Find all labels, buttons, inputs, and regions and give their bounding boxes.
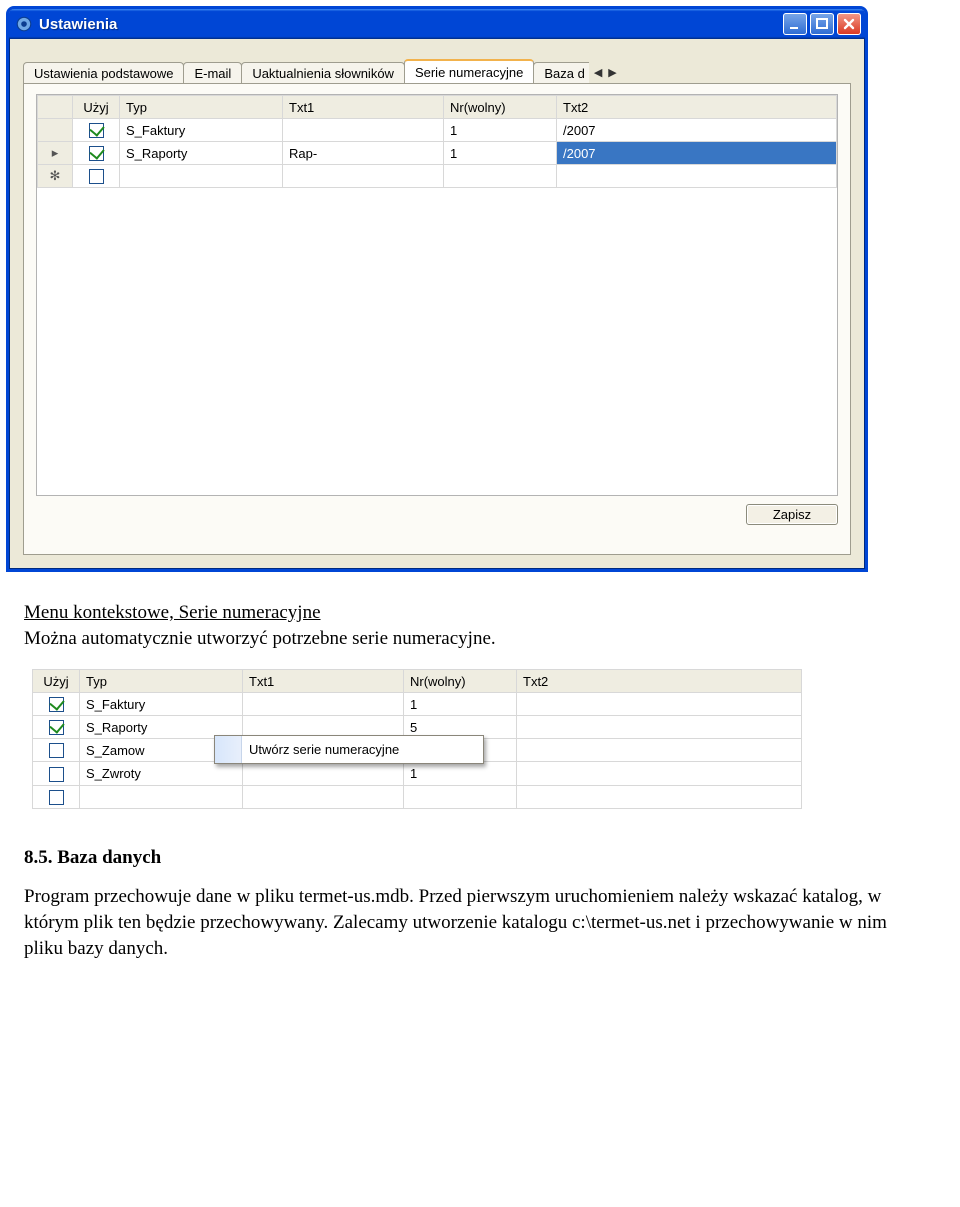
tab-ustawienia-podstawowe[interactable]: Ustawienia podstawowe: [23, 62, 184, 84]
cell-use[interactable]: [33, 739, 80, 762]
context-menu-item-utworz-serie[interactable]: Utwórz serie numeracyjne: [215, 736, 483, 763]
serie-grid[interactable]: Użyj Typ Txt1 Nr(wolny) Txt2 S_Faktury: [36, 94, 838, 496]
col-typ[interactable]: Typ: [80, 670, 243, 693]
cell-nr[interactable]: 1: [444, 142, 557, 165]
cell-txt2[interactable]: [517, 716, 802, 739]
col-txt2[interactable]: Txt2: [517, 670, 802, 693]
cell-use[interactable]: [73, 119, 120, 142]
cell-use[interactable]: [33, 716, 80, 739]
cell-use[interactable]: [33, 693, 80, 716]
grid-corner: [38, 96, 73, 119]
cell-use[interactable]: [33, 762, 80, 785]
cell-use[interactable]: [73, 142, 120, 165]
cell-txt1[interactable]: [283, 119, 444, 142]
table-row-new[interactable]: [33, 785, 802, 808]
col-uzyj[interactable]: Użyj: [73, 96, 120, 119]
checkbox-icon[interactable]: [49, 697, 64, 712]
cell-txt1[interactable]: [243, 785, 404, 808]
window-title: Ustawienia: [39, 16, 783, 33]
maximize-button[interactable]: [810, 13, 834, 35]
context-menu[interactable]: Utwórz serie numeracyjne: [214, 735, 484, 764]
table-row[interactable]: S_Faktury 1 /2007: [38, 119, 837, 142]
cell-txt1[interactable]: [243, 693, 404, 716]
col-uzyj[interactable]: Użyj: [33, 670, 80, 693]
checkbox-icon[interactable]: [49, 790, 64, 805]
cell-use[interactable]: [33, 785, 80, 808]
cell-txt2-selected[interactable]: /2007: [557, 142, 837, 165]
titlebar[interactable]: Ustawienia: [9, 9, 865, 39]
cell-typ[interactable]: S_Zwroty: [80, 762, 243, 785]
cell-txt2[interactable]: /2007: [557, 119, 837, 142]
checkbox-icon[interactable]: [49, 743, 64, 758]
tab-scroll-right-icon[interactable]: ▶: [608, 66, 616, 79]
document-text: Menu kontekstowe, Serie numeracyjne Możn…: [24, 600, 924, 651]
minimize-button[interactable]: [783, 13, 807, 35]
cell-nr[interactable]: 1: [404, 693, 517, 716]
col-typ[interactable]: Typ: [120, 96, 283, 119]
cell-txt1[interactable]: [283, 165, 444, 188]
checkbox-icon[interactable]: [89, 169, 104, 184]
col-txt1[interactable]: Txt1: [283, 96, 444, 119]
cell-typ[interactable]: S_Raporty: [120, 142, 283, 165]
table-row[interactable]: S_Zwroty 1: [33, 762, 802, 785]
cell-nr[interactable]: [444, 165, 557, 188]
close-button[interactable]: [837, 13, 861, 35]
cell-typ[interactable]: S_Faktury: [120, 119, 283, 142]
tab-panel-serie-numeracyjne: Użyj Typ Txt1 Nr(wolny) Txt2 S_Faktury: [23, 83, 851, 555]
col-nr-wolny[interactable]: Nr(wolny): [404, 670, 517, 693]
checkbox-icon[interactable]: [89, 123, 104, 138]
table-row[interactable]: S_Faktury 1: [33, 693, 802, 716]
cell-txt1[interactable]: Rap-: [283, 142, 444, 165]
cell-txt1[interactable]: [243, 762, 404, 785]
cell-txt2[interactable]: [517, 785, 802, 808]
cell-typ[interactable]: S_Faktury: [80, 693, 243, 716]
settings-window: Ustawienia Ustawienia podstawowe E-mail …: [6, 6, 868, 572]
tab-strip: Ustawienia podstawowe E-mail Uaktualnien…: [23, 57, 851, 83]
save-button[interactable]: Zapisz: [746, 504, 838, 525]
tab-scroll-left-icon[interactable]: ◀: [594, 66, 602, 79]
doc-paragraph: Można automatycznie utworzyć potrzebne s…: [24, 628, 496, 649]
document-text-2: 8.5. Baza danych Program przechowuje dan…: [24, 845, 924, 962]
cell-use[interactable]: [73, 165, 120, 188]
doc-paragraph-2: Program przechowuje dane w pliku termet-…: [24, 884, 924, 961]
table-row-new[interactable]: ✻: [38, 165, 837, 188]
tab-email[interactable]: E-mail: [183, 62, 242, 84]
row-header[interactable]: [38, 119, 73, 142]
cell-typ[interactable]: [120, 165, 283, 188]
col-txt1[interactable]: Txt1: [243, 670, 404, 693]
cell-txt2[interactable]: [557, 165, 837, 188]
doc-underlined-heading: Menu kontekstowe, Serie numeracyjne: [24, 602, 321, 623]
checkbox-icon[interactable]: [49, 767, 64, 782]
cell-txt2[interactable]: [517, 739, 802, 762]
app-icon: [15, 15, 33, 33]
col-nr-wolny[interactable]: Nr(wolny): [444, 96, 557, 119]
grid-snippet: Użyj Typ Txt1 Nr(wolny) Txt2 S_Faktury 1: [32, 669, 802, 808]
doc-heading-2: 8.5. Baza danych: [24, 845, 924, 871]
cell-txt2[interactable]: [517, 693, 802, 716]
checkbox-icon[interactable]: [89, 146, 104, 161]
row-header-current[interactable]: ▸: [38, 142, 73, 165]
col-txt2[interactable]: Txt2: [557, 96, 837, 119]
cell-nr[interactable]: 1: [404, 762, 517, 785]
tab-serie-numeracyjne[interactable]: Serie numeracyjne: [404, 59, 534, 83]
row-header-new[interactable]: ✻: [38, 165, 73, 188]
cell-nr[interactable]: [404, 785, 517, 808]
tab-uaktualnienia-slownikow[interactable]: Uaktualnienia słowników: [241, 62, 405, 84]
cell-txt2[interactable]: [517, 762, 802, 785]
tab-baza-danych[interactable]: Baza d: [533, 62, 588, 84]
cell-typ[interactable]: [80, 785, 243, 808]
table-row[interactable]: ▸ S_Raporty Rap- 1 /2007: [38, 142, 837, 165]
checkbox-icon[interactable]: [49, 720, 64, 735]
cell-nr[interactable]: 1: [444, 119, 557, 142]
